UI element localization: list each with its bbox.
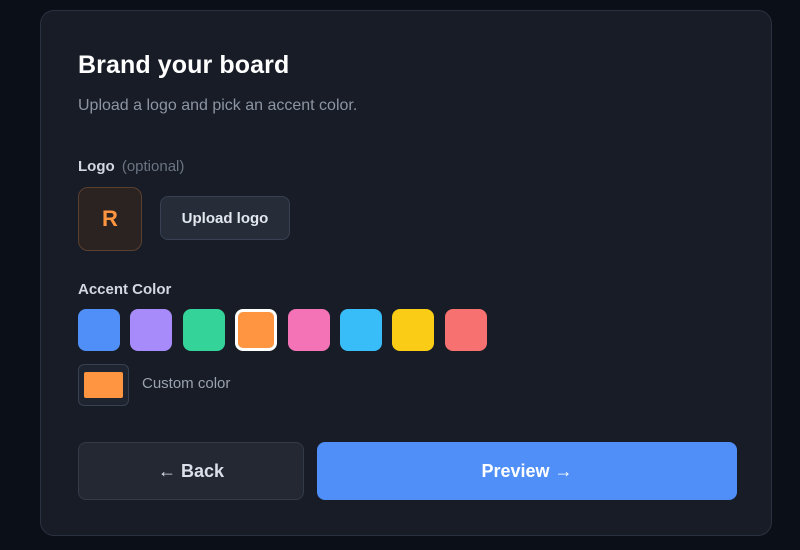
accent-color-label: Accent Color: [78, 281, 172, 298]
brand-board-card: Brand your board Upload a logo and pick …: [40, 10, 772, 536]
color-swatch-red[interactable]: [444, 309, 487, 351]
upload-logo-button[interactable]: Upload logo: [160, 196, 290, 240]
optional-hint: (optional): [121, 158, 185, 175]
custom-color-picker[interactable]: [78, 364, 129, 406]
color-swatch-orange[interactable]: [235, 309, 278, 351]
color-swatch-purple[interactable]: [130, 309, 173, 351]
custom-color-fill: [84, 372, 123, 398]
logo-label-text: Logo: [78, 158, 115, 175]
color-swatch-pink[interactable]: [287, 309, 330, 351]
logo-preview-letter: R: [102, 206, 118, 231]
back-button[interactable]: ← Back: [78, 442, 304, 500]
logo-preview: R: [78, 187, 142, 251]
color-swatch-blue[interactable]: [78, 309, 120, 351]
color-swatch-sky[interactable]: [339, 309, 382, 351]
color-swatch-green[interactable]: [182, 309, 225, 351]
page-title: Brand your board: [78, 51, 290, 79]
color-swatch-yellow[interactable]: [392, 309, 435, 351]
preview-button[interactable]: Preview →: [317, 442, 737, 500]
logo-field-label: Logo (optional): [78, 158, 184, 175]
page-subtitle: Upload a logo and pick an accent color.: [78, 97, 358, 114]
accent-swatch-list: [78, 309, 497, 351]
custom-color-label: Custom color: [142, 375, 231, 392]
